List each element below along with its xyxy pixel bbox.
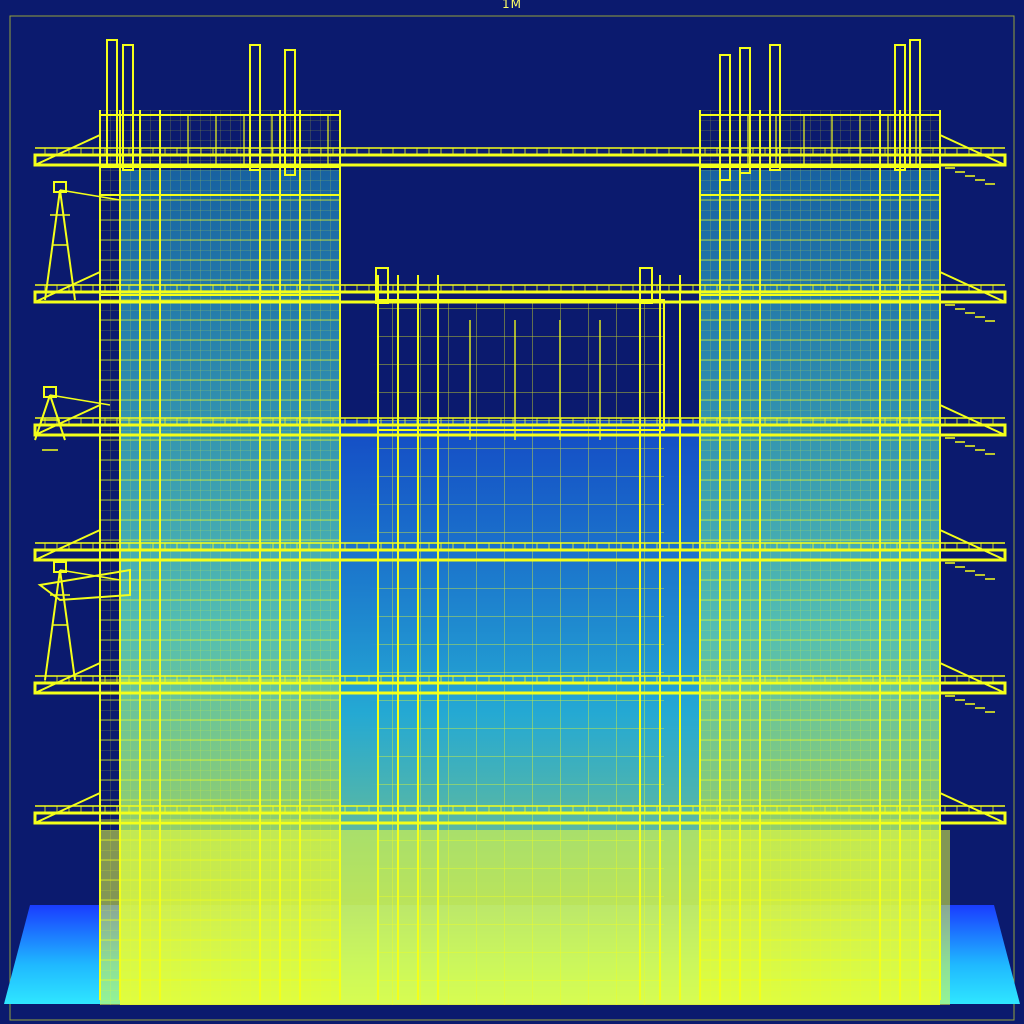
dimension-label: 1M [502,0,522,11]
scaffold-wireframe-drawing [4,15,1020,1021]
cantilever-brace [939,792,1006,824]
blueprint-canvas: 1M [0,0,1024,1024]
cantilever-brace [939,271,1006,303]
center-block-mesh [378,300,664,1005]
cantilever-brace [939,529,1006,561]
cantilever-brace [939,134,1006,166]
left-tower-mesh [100,110,340,1005]
cantilever-brace [939,662,1006,694]
right-tower-mesh [700,110,940,1005]
cantilever-brace [939,404,1006,436]
